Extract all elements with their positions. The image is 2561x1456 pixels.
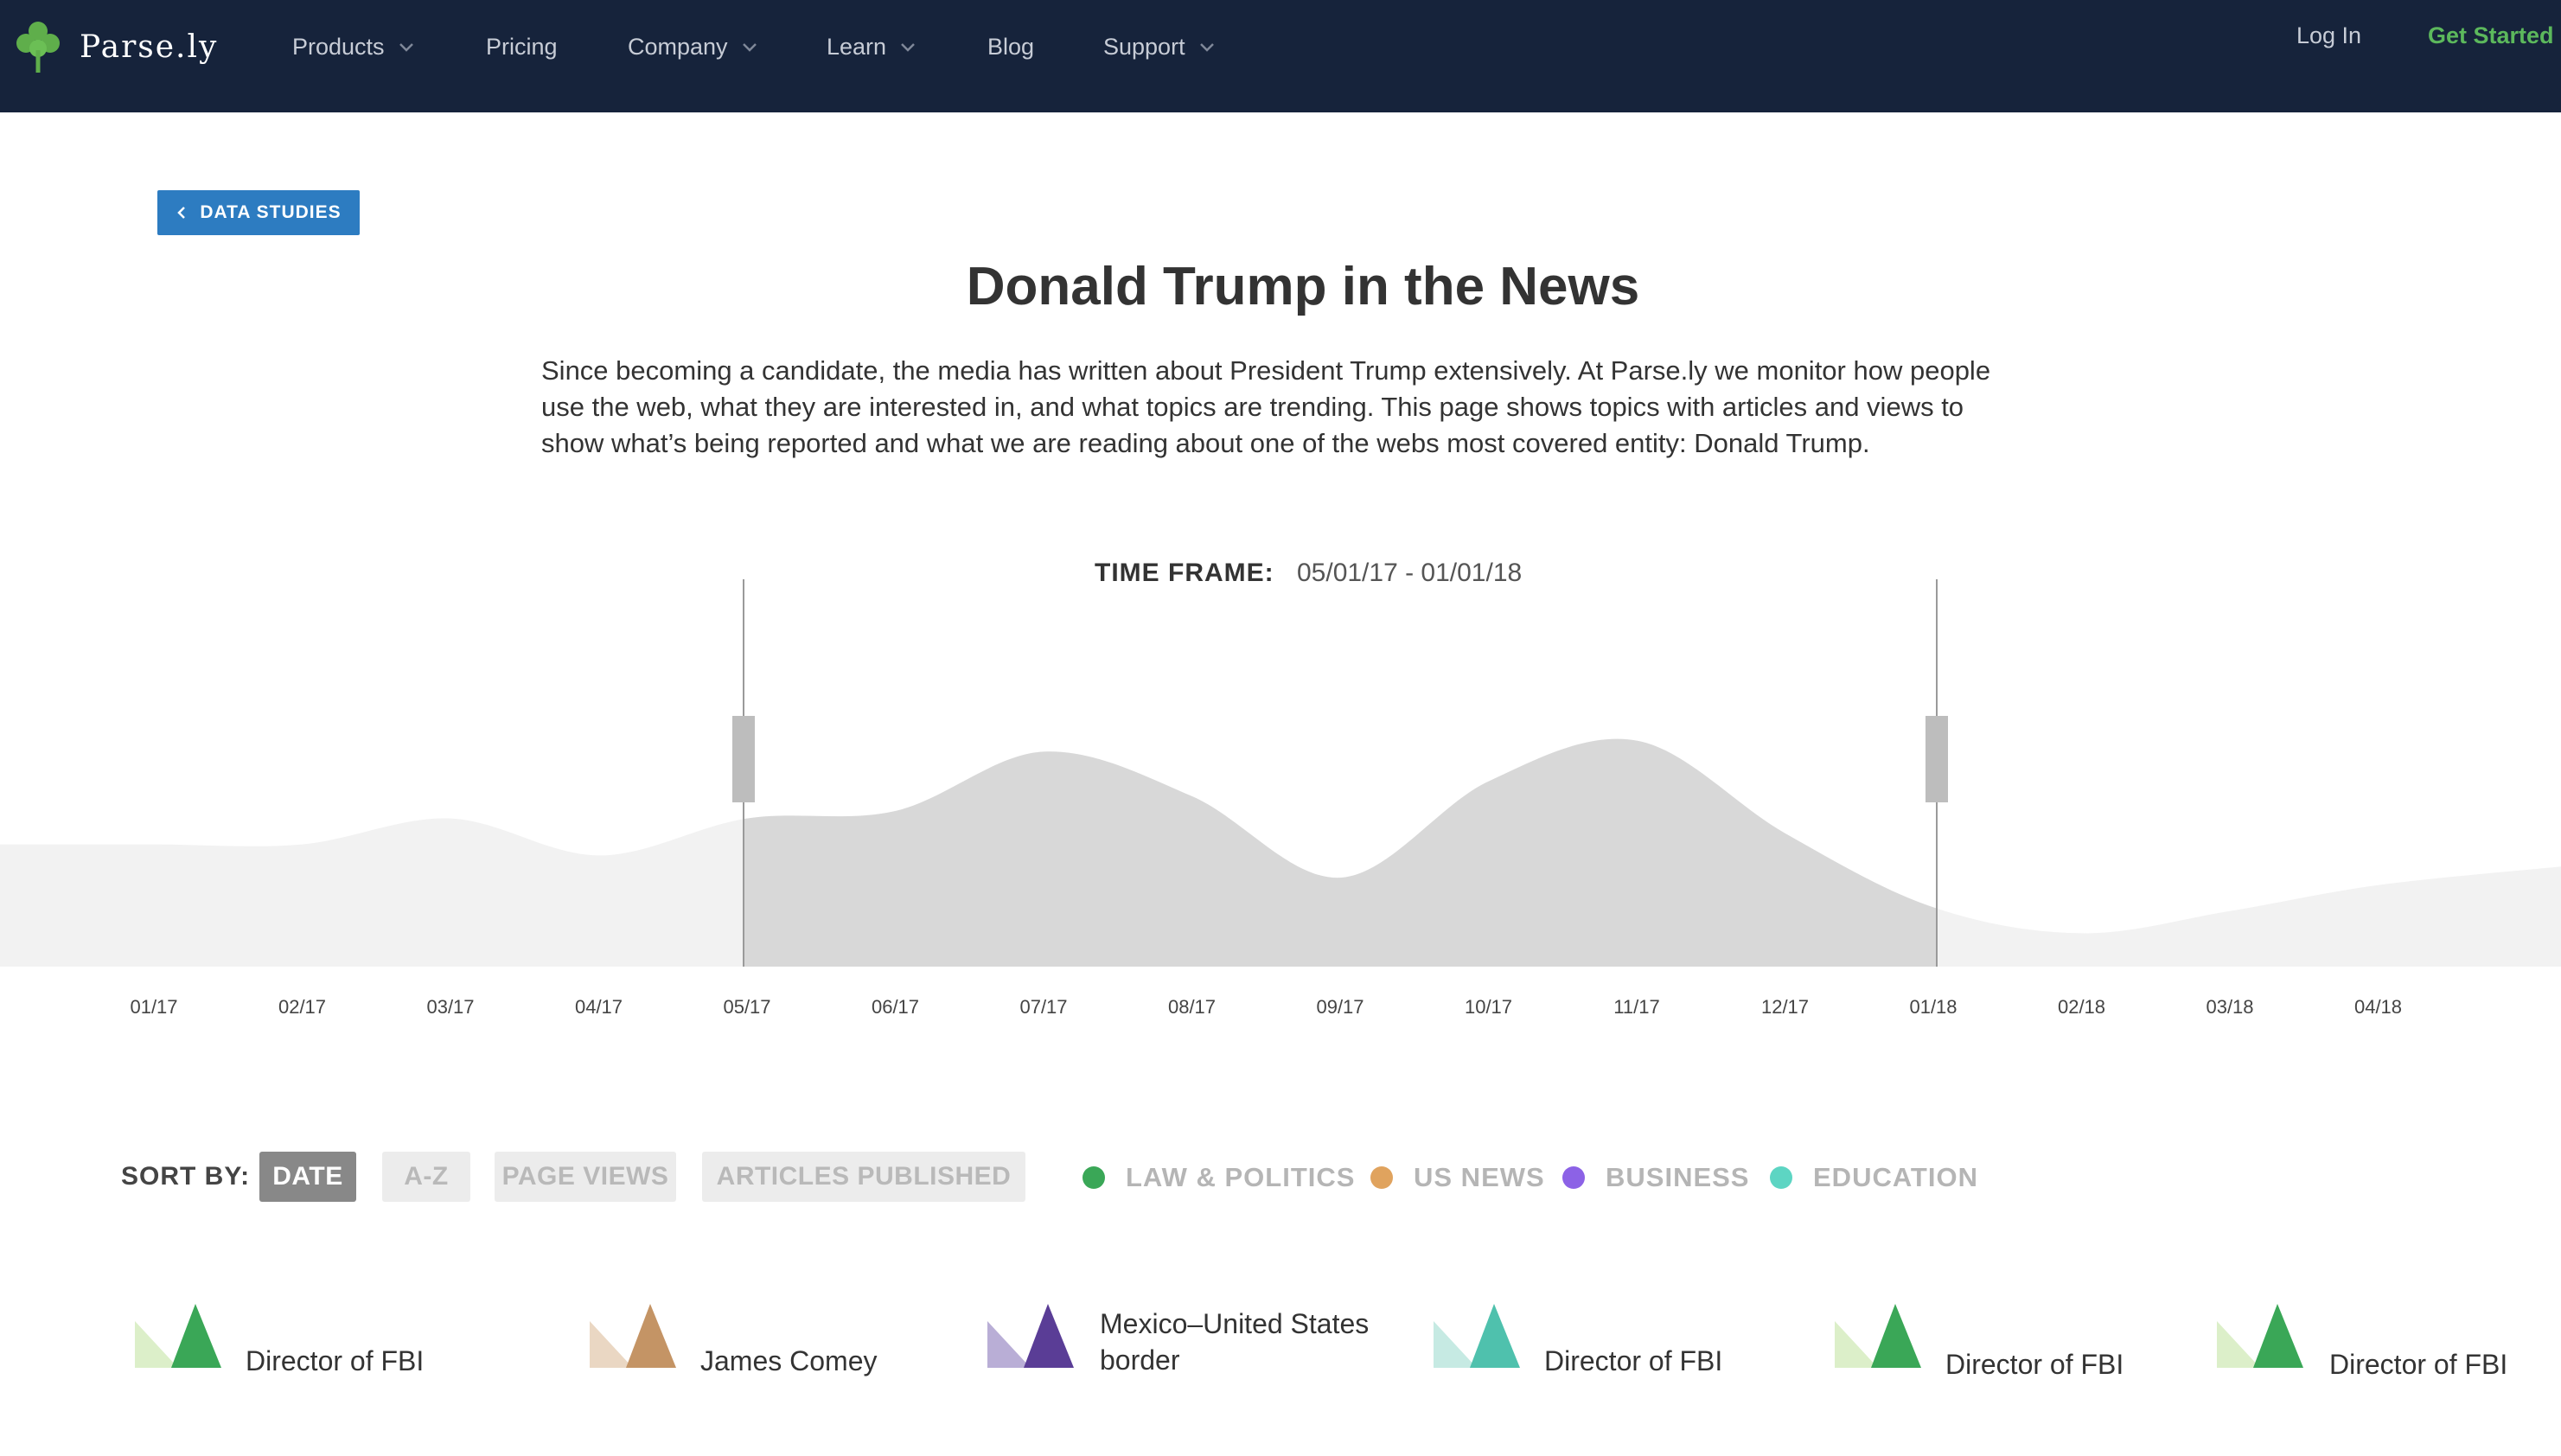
back-button-label: DATA STUDIES [200,202,342,222]
sort-date-button[interactable]: DATE [259,1152,356,1202]
sort-by-label: SORT BY: [121,1162,251,1191]
x-tick-label: 04/17 [575,996,623,1018]
topic-card-label[interactable]: Director of FBI [2329,1346,2507,1383]
x-tick-label: 02/17 [278,996,326,1018]
page-title: Donald Trump in the News [966,257,1640,316]
legend-label: BUSINESS [1606,1162,1750,1192]
chevron-down-icon [1199,43,1214,52]
legend-law-politics[interactable]: LAW & POLITICS [1083,1162,1355,1193]
chevron-down-icon [901,43,915,52]
nav-support-label: Support [1103,33,1185,60]
chevron-left-icon [177,207,186,219]
timeline-area-chart[interactable]: 01/17 02/17 03/17 04/17 05/17 06/17 07/17 08/17… [0,571,2561,1055]
sort-page-views-button[interactable]: PAGE VIEWS [495,1152,676,1202]
x-tick-label: 04/18 [2354,996,2402,1018]
topic-card-label-line1: Mexico–United States [1100,1308,1370,1339]
topic-card[interactable] [135,1304,227,1368]
x-tick-label: 12/17 [1761,996,1809,1018]
sort-articles-published-button[interactable]: ARTICLES PUBLISHED [702,1152,1025,1202]
x-tick-label: 02/18 [2058,996,2105,1018]
legend-dot [1083,1166,1105,1189]
topic-card-label[interactable]: Director of FBI [1945,1346,2124,1383]
legend-label: EDUCATION [1813,1162,1978,1192]
nav-learn-label: Learn [827,33,887,60]
triangles-purple-icon [987,1304,1074,1368]
nav-pricing-label: Pricing [486,33,558,60]
parsely-logo[interactable]: Parse.ly [12,19,218,74]
nav-pricing[interactable]: Pricing [486,31,558,62]
x-tick-label: 09/17 [1316,996,1364,1018]
nav-learn[interactable]: Learn [827,31,917,62]
legend-label: LAW & POLITICS [1126,1162,1356,1192]
topic-card[interactable] [987,1304,1079,1368]
legend-dot [1370,1166,1393,1189]
top-nav: Parse.ly Products Pricing Company Learn … [0,0,2561,112]
triangles-teal-icon [1434,1304,1520,1368]
topic-card-label-line2: border [1100,1344,1180,1376]
legend-business[interactable]: BUSINESS [1562,1162,1749,1193]
chevron-down-icon [399,43,413,52]
brand-name: Parse.ly [80,29,219,65]
intro-paragraph: Since becoming a candidate, the media ha… [541,355,1991,458]
x-tick-label: 06/17 [872,996,919,1018]
x-tick-label: 05/17 [723,996,770,1018]
legend-education[interactable]: EDUCATION [1770,1162,1978,1193]
legend-dot [1770,1166,1792,1189]
x-tick-label: 01/18 [1909,996,1957,1018]
back-to-data-studies-button[interactable]: DATA STUDIES [157,190,360,235]
triangles-green-icon [135,1304,221,1368]
sort-az-button[interactable]: A-Z [382,1152,470,1202]
x-tick-label: 10/17 [1465,996,1512,1018]
topic-card-label[interactable]: Mexico–United States border [1100,1306,1369,1378]
range-start-handle[interactable] [732,716,755,802]
nav-products[interactable]: Products [292,31,416,62]
topic-card[interactable] [1835,1304,1926,1368]
login-link[interactable]: Log In [2296,22,2361,49]
topic-card[interactable] [590,1304,681,1368]
topic-card-label[interactable]: Director of FBI [246,1343,424,1379]
nav-support[interactable]: Support [1103,31,1217,62]
get-started-link[interactable]: Get Started [2428,22,2554,49]
topic-card-label[interactable]: James Comey [700,1343,878,1379]
topic-card[interactable] [1434,1304,1525,1368]
x-tick-label: 01/17 [130,996,177,1018]
triangles-tan-icon [590,1304,676,1368]
nav-products-label: Products [292,33,385,60]
x-tick-label: 11/17 [1613,996,1659,1018]
legend-label: US NEWS [1414,1162,1545,1192]
legend-us-news[interactable]: US NEWS [1370,1162,1545,1193]
triangles-green-icon [2217,1304,2303,1368]
nav-company[interactable]: Company [628,31,759,62]
triangles-green-icon [1835,1304,1921,1368]
leaf-logo-icon [16,22,60,73]
x-tick-label: 08/17 [1168,996,1216,1018]
topic-card-label[interactable]: Director of FBI [1544,1343,1722,1379]
nav-blog[interactable]: Blog [987,31,1034,62]
nav-company-label: Company [628,33,728,60]
legend-dot [1562,1166,1585,1189]
chevron-down-icon [742,43,757,52]
topic-card[interactable] [2217,1304,2309,1368]
x-tick-label: 03/17 [426,996,474,1018]
range-end-handle[interactable] [1926,716,1948,802]
x-tick-label: 07/17 [1019,996,1067,1018]
x-tick-label: 03/18 [2206,996,2253,1018]
nav-blog-label: Blog [987,33,1035,60]
